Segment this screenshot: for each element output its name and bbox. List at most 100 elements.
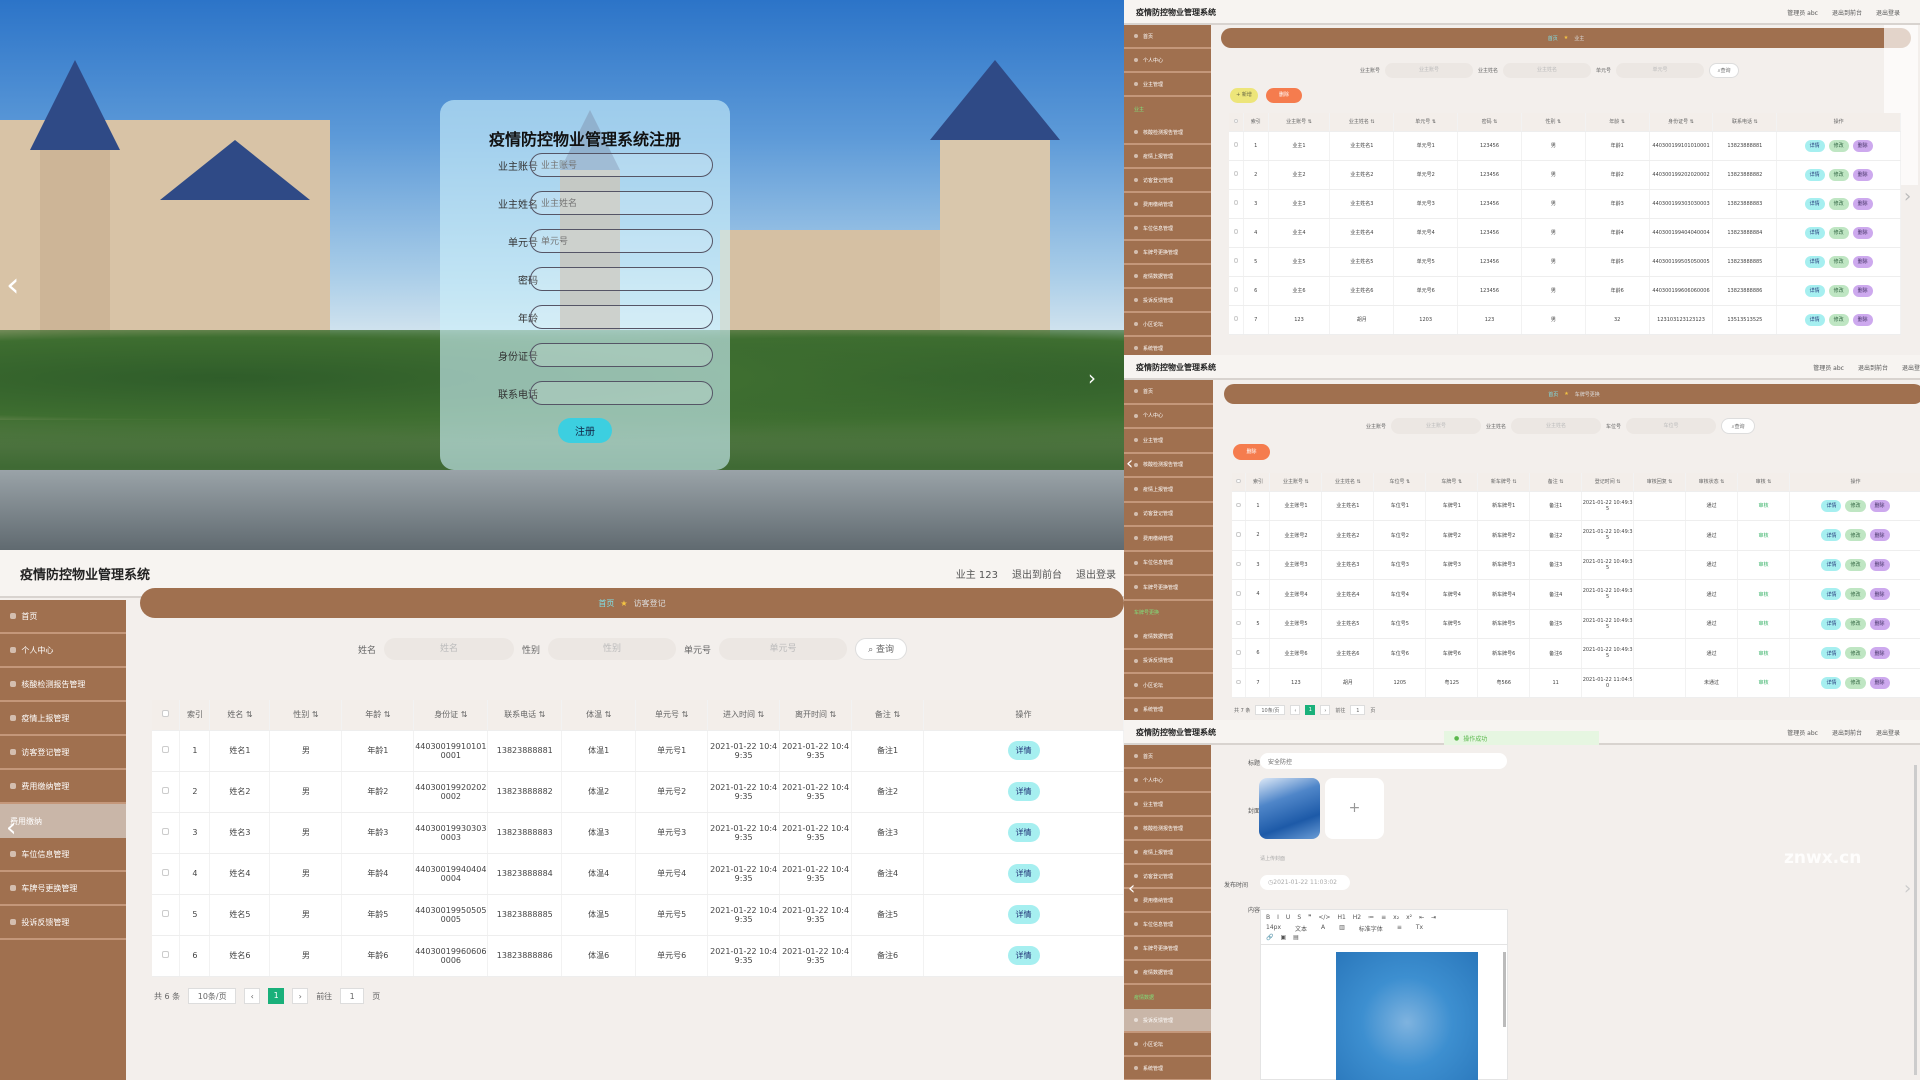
editor-tool-button[interactable]: Tx [1416, 924, 1423, 933]
sort-icon[interactable]: ⇅ [243, 710, 253, 719]
sidebar-item[interactable]: 疫情数据管理 [1124, 961, 1211, 985]
delete-button[interactable]: 删除 [1233, 444, 1270, 460]
sort-icon[interactable]: ⇅ [1369, 119, 1375, 125]
search-button[interactable]: ⌕查询 [1721, 418, 1756, 434]
column-header[interactable]: 审核状态 ⇅ [1685, 473, 1739, 492]
review-link[interactable]: 审核 [1737, 638, 1790, 669]
row-select[interactable] [152, 894, 181, 936]
column-header[interactable]: 审核回复 ⇅ [1633, 473, 1687, 492]
detail-button[interactable]: 详情 [1804, 139, 1825, 152]
sort-icon[interactable]: ⇅ [891, 710, 900, 719]
carousel-next-icon[interactable]: › [1088, 368, 1096, 388]
sidebar-item[interactable]: 费用缴纳 [0, 804, 126, 838]
sort-icon[interactable]: ⇅ [679, 710, 689, 719]
sort-icon[interactable]: ⇅ [536, 710, 546, 719]
editor-tool-button[interactable]: 14px [1266, 924, 1281, 933]
row-checkbox[interactable] [1236, 532, 1241, 537]
detail-button[interactable]: 详情 [1804, 313, 1825, 326]
column-header[interactable]: 索引 [1245, 473, 1271, 492]
sidebar-item[interactable]: 车牌号更换管理 [1124, 937, 1211, 961]
review-link[interactable]: 审核 [1737, 491, 1790, 521]
delete-button[interactable]: 删除 [1852, 168, 1873, 181]
row-checkbox[interactable] [1233, 258, 1239, 263]
editor-tool-button[interactable]: ≡ [1397, 924, 1402, 933]
column-header[interactable]: 业主姓名 ⇅ [1321, 473, 1375, 492]
detail-button[interactable]: 详情 [1821, 588, 1842, 601]
row-select[interactable] [152, 935, 181, 977]
carousel-prev-icon[interactable]: ‹ [6, 268, 20, 302]
next-page-button[interactable]: › [292, 988, 309, 1004]
column-header[interactable]: 体温 ⇅ [561, 700, 637, 731]
carousel-prev-icon[interactable]: ‹ [1128, 880, 1135, 898]
sort-icon[interactable]: ⇅ [1492, 119, 1497, 125]
edit-button[interactable]: 修改 [1845, 617, 1866, 630]
sidebar-item[interactable]: 首页 [1124, 25, 1211, 49]
editor-tool-button[interactable]: 🔗 [1266, 934, 1273, 941]
editor-tool-button[interactable]: </> [1318, 914, 1330, 921]
row-select[interactable] [1229, 131, 1244, 161]
sidebar-item[interactable]: 业主管理 [1124, 429, 1213, 454]
detail-button[interactable]: 详情 [1821, 499, 1842, 512]
password-input[interactable] [530, 267, 713, 291]
current-page[interactable]: 1 [1305, 705, 1316, 715]
review-link[interactable]: 审核 [1737, 520, 1790, 551]
editor-tool-button[interactable]: 文本 [1295, 924, 1307, 933]
row-select[interactable] [1232, 520, 1247, 551]
sidebar-item[interactable]: 首页 [1124, 380, 1213, 405]
sidebar-item[interactable]: 业主管理 [1124, 793, 1211, 817]
page-size-select[interactable]: 10条/页 [1255, 705, 1286, 715]
select-all-checkbox[interactable] [162, 710, 170, 718]
sidebar-item[interactable]: 投诉反馈管理 [0, 906, 126, 940]
editor-scrollbar[interactable] [1503, 952, 1506, 1027]
name-search-input[interactable]: 业主姓名 [1503, 63, 1592, 78]
cover-image[interactable] [1259, 778, 1320, 839]
delete-button[interactable]: 删除 [1869, 558, 1890, 571]
sidebar-item[interactable]: 个人中心 [0, 634, 126, 668]
sidebar-item[interactable]: 投诉反馈管理 [1124, 650, 1213, 674]
delete-button[interactable]: 删除 [1266, 88, 1302, 103]
detail-button[interactable]: 详情 [1804, 255, 1825, 268]
row-checkbox[interactable] [1233, 287, 1239, 292]
column-header[interactable]: 车牌号 ⇅ [1425, 473, 1479, 492]
row-checkbox[interactable] [162, 950, 170, 959]
column-header[interactable]: 离开时间 ⇅ [779, 700, 853, 731]
delete-button[interactable]: 删除 [1852, 139, 1873, 152]
row-checkbox[interactable] [1236, 561, 1241, 566]
sidebar-item[interactable]: 系统管理 [1124, 337, 1211, 355]
sidebar-item[interactable]: 疫情数据 [1124, 985, 1211, 1009]
detail-button[interactable]: 详情 [1007, 741, 1040, 760]
column-header[interactable]: 联系电话 ⇅ [1712, 113, 1778, 132]
prev-page-button[interactable]: ‹ [244, 988, 261, 1004]
sort-icon[interactable]: ⇅ [1615, 479, 1620, 485]
sidebar-item[interactable]: 首页 [0, 600, 126, 634]
row-checkbox[interactable] [1236, 591, 1241, 596]
editor-tool-button[interactable]: B [1266, 914, 1270, 921]
delete-button[interactable]: 删除 [1852, 197, 1873, 210]
sort-icon[interactable]: ⇅ [458, 710, 468, 719]
editor-tool-button[interactable]: ▤ [1293, 934, 1299, 941]
row-select[interactable] [1229, 218, 1244, 248]
prev-page-button[interactable]: ‹ [1290, 705, 1301, 715]
row-checkbox[interactable] [162, 745, 170, 754]
column-header[interactable]: 年龄 ⇅ [1585, 113, 1650, 132]
editor-tool-button[interactable]: 标准字体 [1359, 924, 1383, 933]
edit-button[interactable]: 修改 [1828, 139, 1849, 152]
logout-link[interactable]: 退出登录 [1876, 8, 1900, 17]
sidebar-item[interactable]: 访客登记管理 [1124, 169, 1211, 193]
edit-button[interactable]: 修改 [1828, 313, 1849, 326]
sidebar-item[interactable]: 费用缴纳管理 [1124, 193, 1211, 217]
detail-button[interactable]: 详情 [1821, 529, 1842, 542]
sidebar-item[interactable]: 车牌号更换管理 [1124, 576, 1213, 601]
sidebar-item[interactable]: 核酸检测报告管理 [1124, 817, 1211, 841]
sidebar-item[interactable]: 投诉反馈管理 [1124, 289, 1211, 313]
sort-icon[interactable]: ⇅ [1619, 119, 1625, 125]
column-header[interactable]: 单元号 ⇅ [635, 700, 709, 731]
editor-tool-button[interactable]: I [1277, 914, 1279, 921]
delete-button[interactable]: 删除 [1869, 617, 1890, 630]
sidebar-item[interactable]: 疫情上报管理 [1124, 145, 1211, 169]
phone-input[interactable] [530, 381, 713, 405]
edit-button[interactable]: 修改 [1828, 284, 1849, 297]
current-page[interactable]: 1 [268, 988, 285, 1004]
column-header[interactable]: 备注 ⇅ [851, 700, 925, 731]
row-checkbox[interactable] [1236, 650, 1241, 655]
